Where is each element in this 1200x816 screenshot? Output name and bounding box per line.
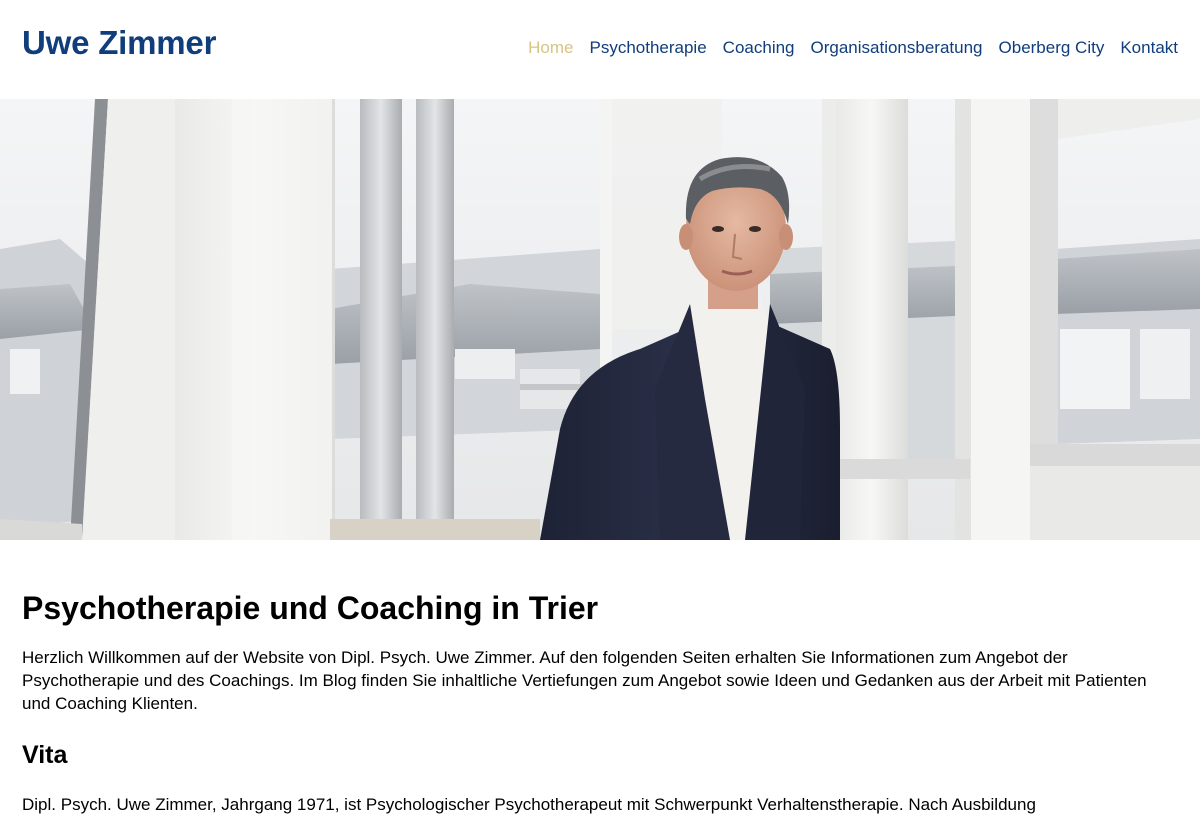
vita-text: Dipl. Psych. Uwe Zimmer, Jahrgang 1971, … (22, 795, 1036, 814)
nav-item-psychotherapie[interactable]: Psychotherapie (589, 38, 706, 58)
hero-portrait-photo (0, 99, 1200, 540)
vita-heading: Vita (22, 741, 68, 769)
nav-item-organisationsberatung[interactable]: Organisationsberatung (811, 38, 983, 58)
intro-text: Herzlich Willkommen auf der Website von … (22, 648, 1147, 713)
page-title: Psychotherapie und Coaching in Trier (22, 590, 599, 626)
nav-item-home[interactable]: Home (528, 38, 573, 58)
site-logo[interactable]: Uwe Zimmer (22, 24, 216, 62)
nav-item-coaching[interactable]: Coaching (723, 38, 795, 58)
main-navigation: Home Psychotherapie Coaching Organisatio… (528, 38, 1178, 58)
hero-image (0, 99, 1200, 540)
site-header: Uwe Zimmer Home Psychotherapie Coaching … (0, 0, 1200, 99)
nav-item-kontakt[interactable]: Kontakt (1120, 38, 1178, 58)
main-content: Psychotherapie und Coaching in Trier Her… (22, 540, 1178, 816)
nav-item-oberberg-city[interactable]: Oberberg City (999, 38, 1105, 58)
